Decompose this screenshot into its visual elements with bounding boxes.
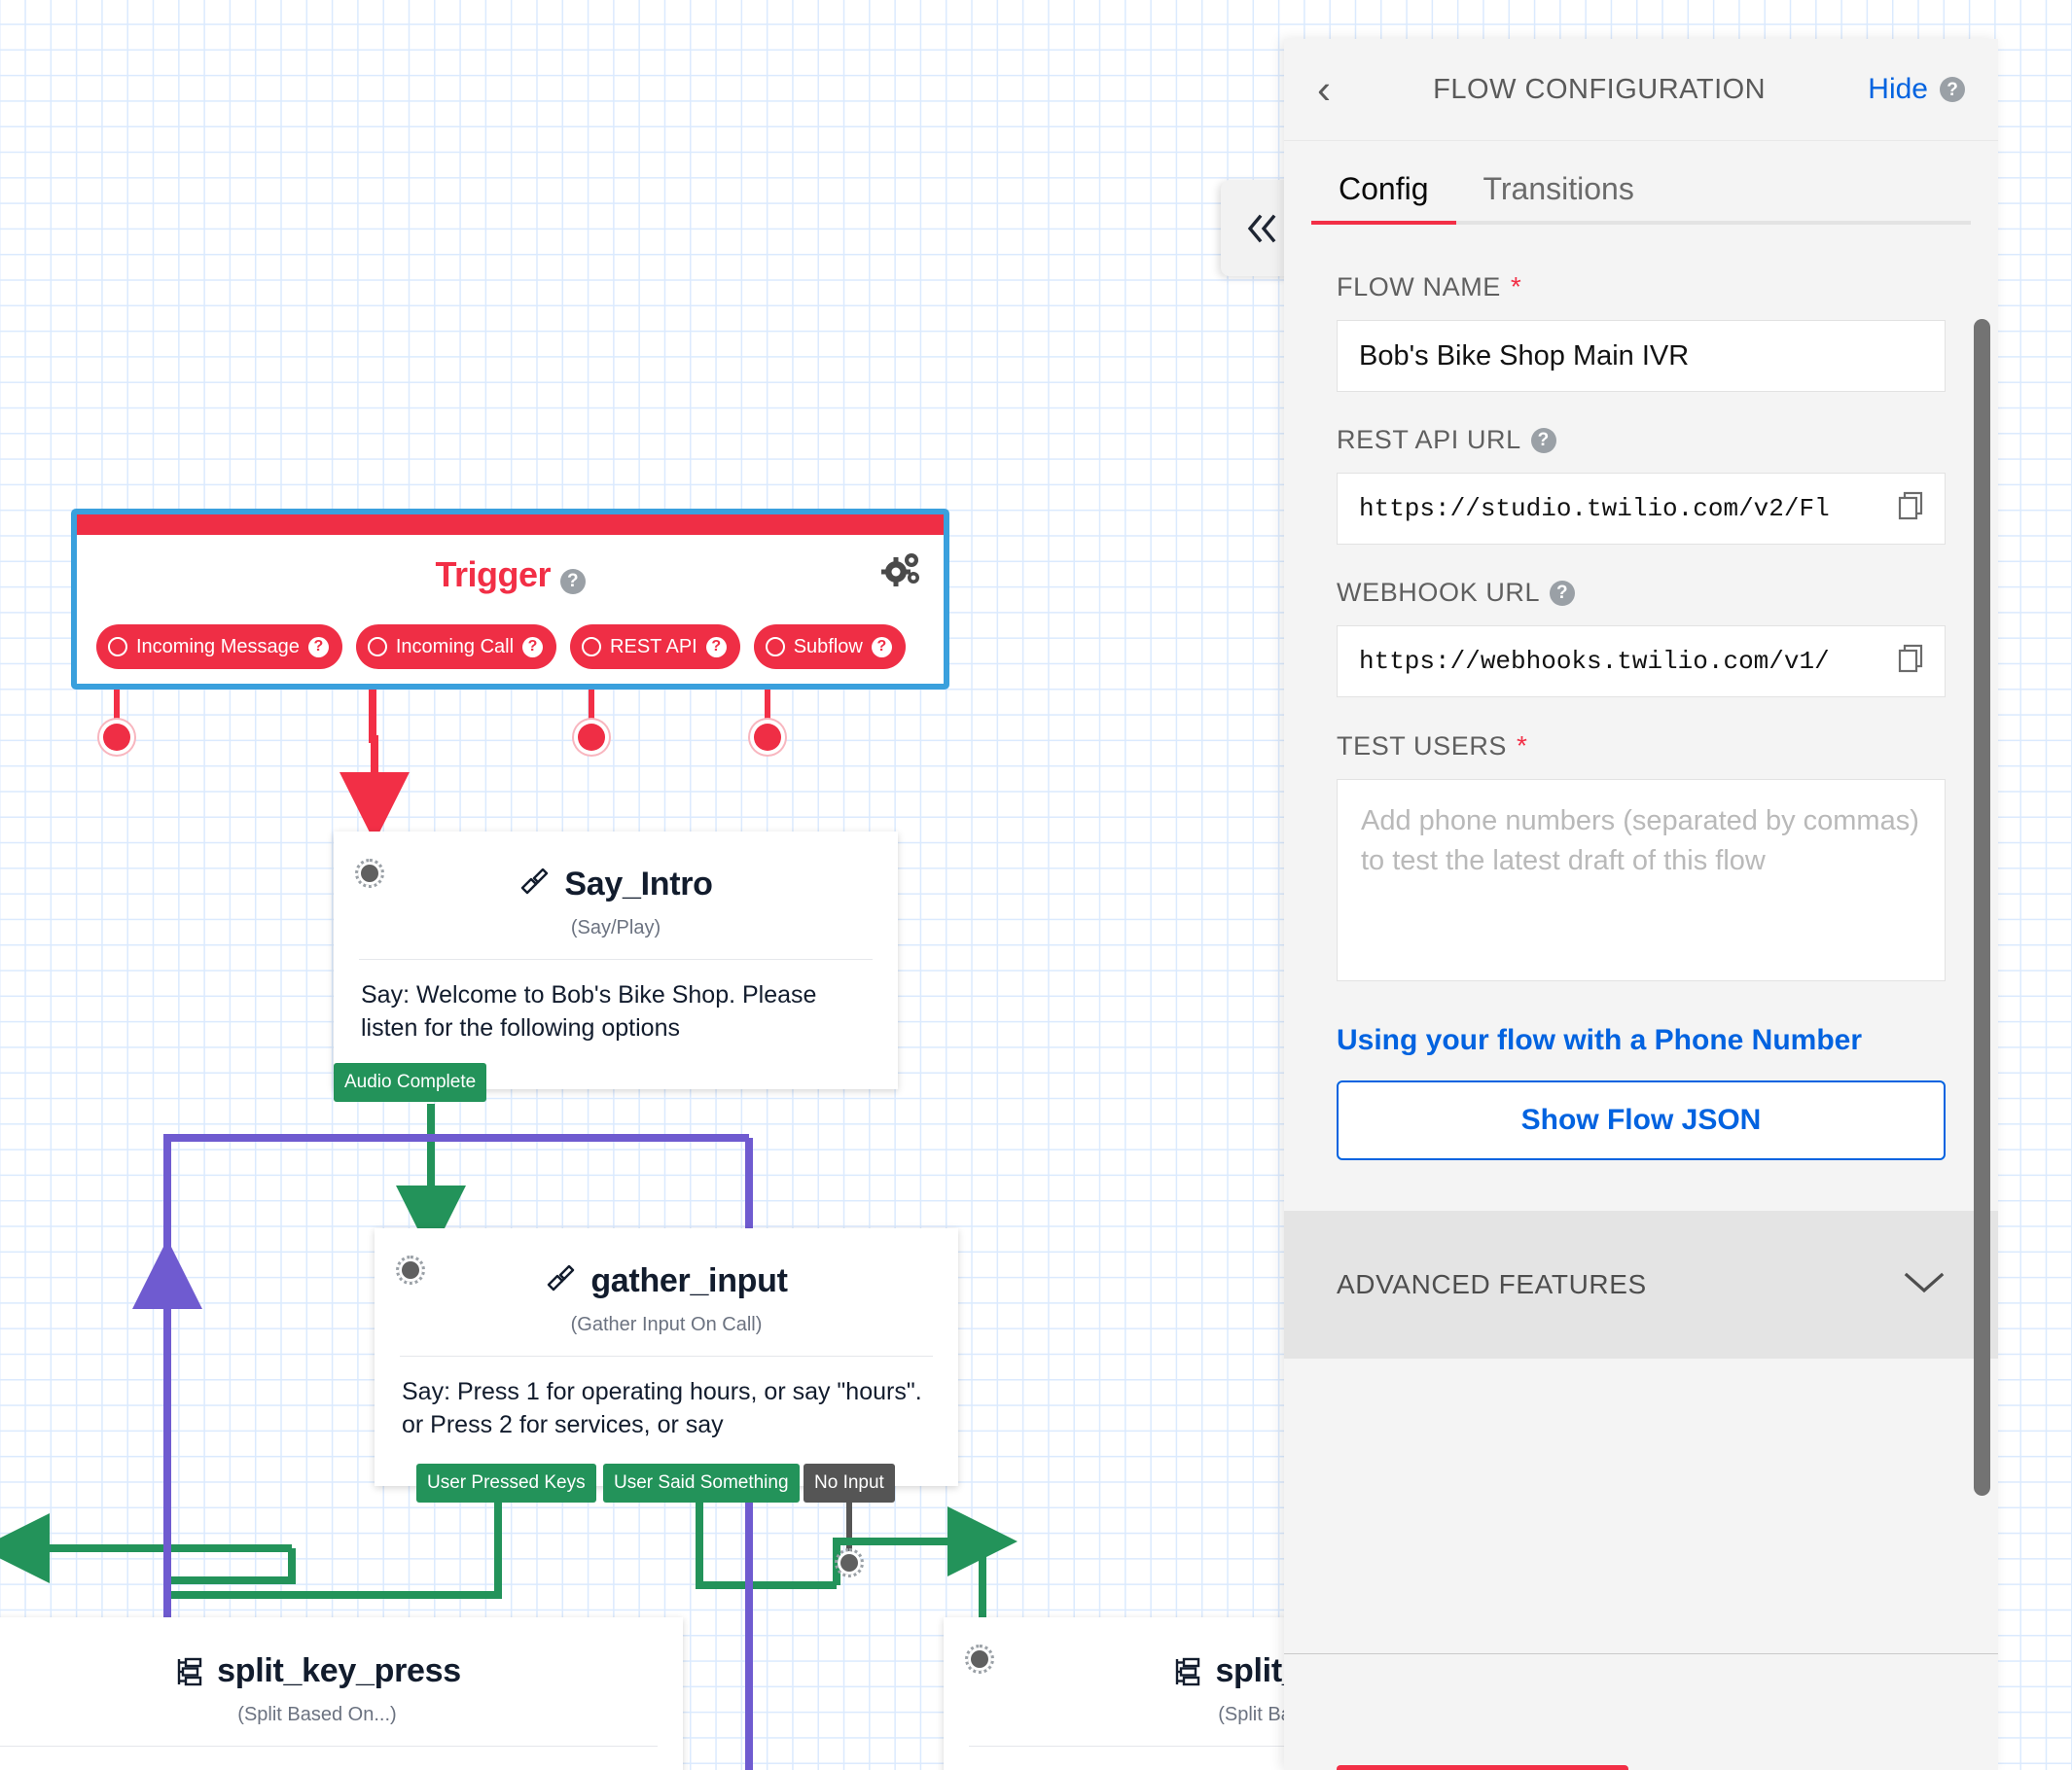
label-text: REST API URL	[1337, 425, 1521, 454]
phone-handset-icon	[521, 867, 549, 894]
question-mark-icon[interactable]: ?	[559, 568, 586, 594]
trigger-pill-subflow[interactable]: Subflow ?	[753, 624, 906, 669]
copy-icon[interactable]	[1896, 489, 1927, 528]
label-text: WEBHOOK URL	[1337, 578, 1541, 607]
connector-endpoint[interactable]	[835, 1548, 864, 1577]
widget-title-row: gather_input	[375, 1228, 958, 1300]
flow-name-input[interactable]: Bob's Bike Shop Main IVR	[1337, 320, 1946, 392]
trigger-pill-label: Incoming Message	[136, 635, 300, 657]
widget-name: split_key_press	[217, 1652, 461, 1689]
question-mark-icon[interactable]: ?	[705, 636, 727, 657]
widget-input-dot[interactable]	[355, 859, 384, 888]
webhook-url-input[interactable]: https://webhooks.twilio.com/v1/	[1337, 625, 1946, 697]
widget-body-text: {{widgets.gather_input.Digits}}	[0, 1747, 683, 1770]
double-chevron-left-icon	[1247, 214, 1275, 242]
trigger-pill-label: Subflow	[793, 635, 863, 657]
widget-input-dot[interactable]	[396, 1256, 425, 1285]
flow-name-label: FLOW NAME *	[1337, 271, 1946, 302]
circle-icon	[765, 637, 785, 656]
rest-api-url-input[interactable]: https://studio.twilio.com/v2/Fl	[1337, 473, 1946, 545]
tab-transitions[interactable]: Transitions	[1456, 167, 1661, 225]
show-flow-json-button[interactable]: Show Flow JSON	[1337, 1080, 1946, 1160]
test-users-textarea[interactable]: Add phone numbers (separated by commas) …	[1337, 779, 1946, 981]
widget-name: gather_input	[590, 1262, 788, 1299]
question-mark-icon[interactable]: ?	[1550, 580, 1576, 606]
transition-label: No Input	[814, 1472, 884, 1493]
connector-endpoint[interactable]	[578, 724, 605, 751]
widget-type: (Gather Input On Call)	[570, 1314, 763, 1335]
connector-endpoint[interactable]	[754, 724, 781, 751]
panel-title: FLOW CONFIGURATION	[1433, 73, 1767, 105]
trigger-pill-incoming-call[interactable]: Incoming Call ?	[355, 624, 557, 669]
flow-name-value: Bob's Bike Shop Main IVR	[1359, 339, 1690, 372]
flow-configuration-panel: ‹ FLOW CONFIGURATION Hide ? Config Trans…	[1284, 39, 1998, 1770]
trigger-pill-rest-api[interactable]: REST API ?	[570, 624, 740, 669]
widget-split-key-press[interactable]: split_key_press (Split Based On...) {{wi…	[0, 1617, 683, 1770]
circle-icon	[367, 637, 387, 656]
trigger-pill-label: Incoming Call	[395, 635, 515, 657]
widget-title-row: split_key_press	[0, 1617, 683, 1690]
tab-config[interactable]: Config	[1311, 167, 1456, 225]
transition-label: Audio Complete	[344, 1072, 477, 1092]
trigger-pill-incoming-message[interactable]: Incoming Message ?	[96, 624, 342, 669]
circle-icon	[582, 637, 602, 656]
transition-user-pressed-keys[interactable]: User Pressed Keys	[416, 1464, 596, 1503]
question-mark-icon[interactable]: ?	[871, 636, 892, 657]
question-mark-icon[interactable]: ?	[307, 636, 329, 657]
circle-icon	[108, 637, 127, 656]
trigger-pill-label: REST API	[610, 635, 697, 657]
widget-say-intro[interactable]: Say_Intro (Say/Play) Say: Welcome to Bob…	[334, 832, 898, 1089]
webhook-url-label: WEBHOOK URL ?	[1337, 578, 1946, 608]
panel-tabs: Config Transitions	[1284, 167, 1998, 225]
label-text: FLOW NAME	[1337, 271, 1501, 301]
transition-label: User Said Something	[614, 1472, 789, 1493]
hide-button[interactable]: Hide	[1868, 73, 1928, 106]
phone-number-link[interactable]: Using your flow with a Phone Number	[1337, 1024, 1946, 1057]
required-marker: *	[1517, 730, 1528, 761]
rest-api-url-value: https://studio.twilio.com/v2/Fl	[1359, 494, 1830, 523]
panel-header: ‹ FLOW CONFIGURATION Hide ?	[1284, 39, 1998, 141]
webhook-url-value: https://webhooks.twilio.com/v1/	[1359, 647, 1830, 676]
required-marker: *	[1510, 271, 1522, 301]
widget-title-row: Say_Intro	[334, 832, 898, 903]
split-icon	[1176, 1657, 1200, 1685]
advanced-features-section[interactable]: ADVANCED FEATURES	[1284, 1211, 1998, 1359]
transition-no-input[interactable]: No Input	[804, 1464, 895, 1503]
widget-name: Say_Intro	[564, 866, 713, 903]
widget-gather-input[interactable]: gather_input (Gather Input On Call) Say:…	[375, 1228, 958, 1486]
advanced-features-label: ADVANCED FEATURES	[1337, 1269, 1647, 1299]
transition-audio-complete[interactable]: Audio Complete	[334, 1063, 487, 1102]
gears-icon[interactable]	[881, 550, 922, 594]
panel-body: FLOW NAME * Bob's Bike Shop Main IVR RES…	[1284, 225, 1998, 1160]
footer-primary-button[interactable]	[1337, 1765, 1628, 1770]
chevron-down-icon[interactable]	[1903, 1270, 1946, 1300]
panel-scrollbar[interactable]	[1974, 319, 1990, 1496]
question-mark-icon[interactable]: ?	[1940, 77, 1965, 102]
trigger-title: Trigger	[435, 554, 551, 594]
widget-body-text: Say: Welcome to Bob's Bike Shop. Please …	[361, 981, 817, 1042]
label-text: TEST USERS	[1337, 730, 1508, 761]
transition-label: User Pressed Keys	[427, 1472, 586, 1493]
connector-endpoint[interactable]	[103, 724, 130, 751]
footer-divider	[1284, 1653, 1998, 1654]
question-mark-icon[interactable]: ?	[522, 636, 544, 657]
phone-handset-icon	[548, 1264, 575, 1291]
widget-type: (Say/Play)	[570, 917, 661, 938]
trigger-pill-list: Incoming Message ? Incoming Call ? REST …	[96, 624, 906, 669]
widget-type: (Split Based On...)	[237, 1704, 397, 1725]
question-mark-icon[interactable]: ?	[1530, 427, 1556, 453]
rest-api-url-label: REST API URL ?	[1337, 425, 1946, 455]
trigger-title-row: Trigger ?	[77, 554, 944, 595]
widget-input-dot[interactable]	[965, 1645, 994, 1674]
chevron-left-icon[interactable]: ‹	[1317, 69, 1331, 110]
copy-icon[interactable]	[1896, 642, 1927, 681]
test-users-label: TEST USERS *	[1337, 730, 1946, 761]
trigger-widget[interactable]: Trigger ? Incoming Message ? Incoming Ca…	[71, 509, 949, 690]
trigger-accent-bar	[77, 514, 944, 535]
split-icon	[177, 1657, 202, 1685]
widget-body-text: Say: Press 1 for operating hours, or say…	[402, 1378, 922, 1438]
transition-user-said-something[interactable]: User Said Something	[603, 1464, 800, 1503]
